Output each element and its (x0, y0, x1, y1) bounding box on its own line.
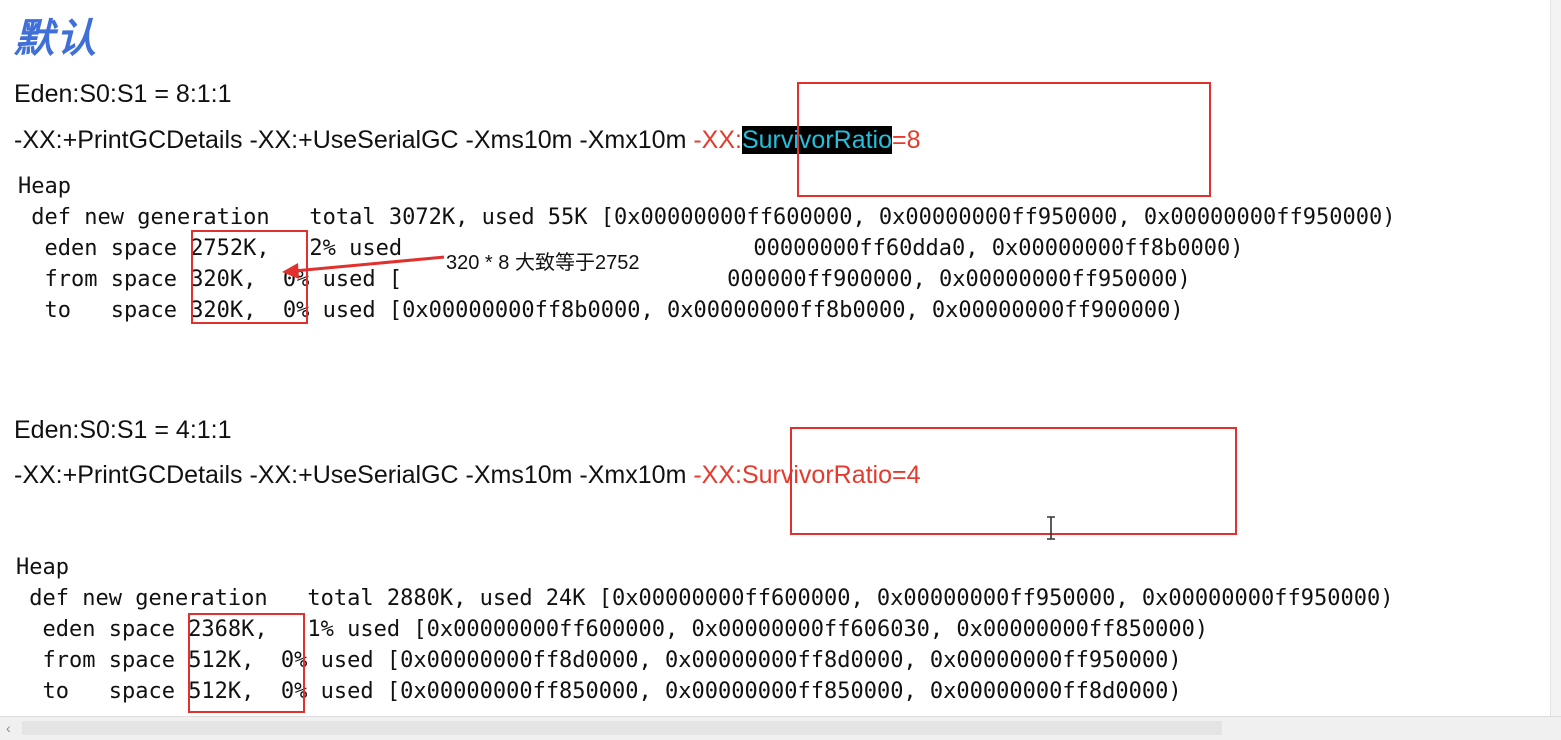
annotation-note: 320 * 8 大致等于2752 (444, 246, 642, 275)
cmd-base-1: -XX:+PrintGCDetails -XX:+UseSerialGC -Xm… (14, 126, 694, 154)
highlight-box-ratio-4 (790, 427, 1237, 535)
cmd-red-prefix: -XX: (693, 126, 742, 154)
highlight-box-sizes-2 (188, 613, 305, 713)
vertical-scrollbar[interactable] (1550, 0, 1561, 716)
cmd-base-2: -XX:+PrintGCDetails -XX:+UseSerialGC -Xm… (14, 461, 694, 489)
ratio-label-2: Eden:S0:S1 = 4:1:1 (14, 416, 232, 444)
scroll-thumb[interactable] (22, 721, 1222, 735)
heap-label-2: Heap (16, 555, 69, 580)
text-cursor-icon (1047, 516, 1055, 540)
arrow-icon (282, 255, 446, 279)
heap-label-1: Heap (18, 174, 71, 199)
ratio-label-1: Eden:S0:S1 = 8:1:1 (14, 80, 232, 108)
scroll-left-icon[interactable]: ‹ (6, 720, 11, 736)
jvm-command-1: -XX:+PrintGCDetails -XX:+UseSerialGC -Xm… (14, 126, 921, 155)
def-new-gen-1: def new generation total 3072K, used 55K… (18, 205, 1396, 230)
page-title: 默认 (14, 15, 98, 62)
horizontal-scrollbar[interactable]: ‹ (0, 716, 1561, 740)
def-new-gen-2: def new generation total 2880K, used 24K… (16, 586, 1394, 611)
jvm-command-2: -XX:+PrintGCDetails -XX:+UseSerialGC -Xm… (14, 461, 921, 490)
